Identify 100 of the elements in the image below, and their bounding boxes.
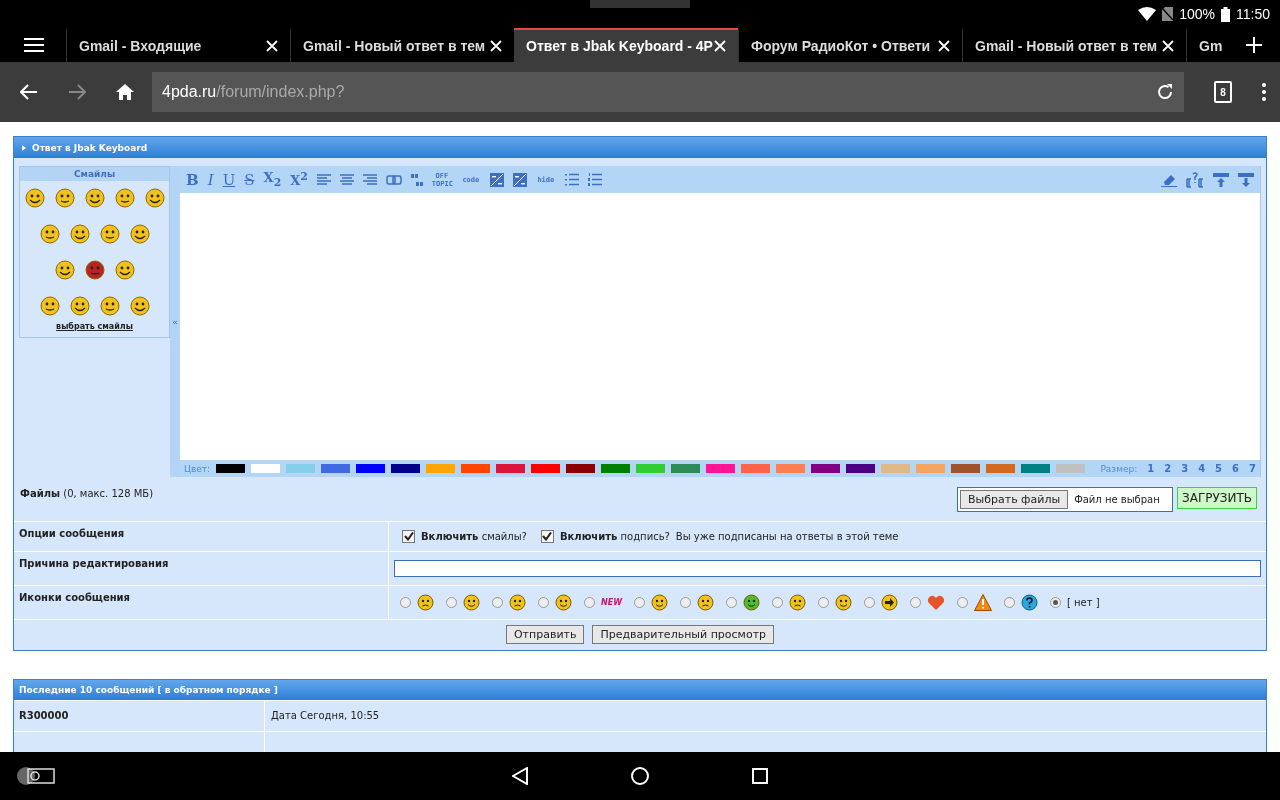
- align-icon[interactable]: [339, 173, 354, 186]
- color-swatch[interactable]: [1021, 464, 1051, 473]
- smiley-icon[interactable]: [84, 188, 105, 208]
- color-swatch[interactable]: [321, 464, 351, 473]
- radio-button[interactable]: [538, 597, 549, 608]
- color-swatch[interactable]: [951, 464, 981, 473]
- color-swatch[interactable]: [1056, 464, 1086, 473]
- color-swatch[interactable]: [671, 464, 701, 473]
- smiley-icon[interactable]: [114, 188, 135, 208]
- back-icon[interactable]: [20, 84, 38, 100]
- color-swatch[interactable]: [881, 464, 911, 473]
- color-swatch[interactable]: [286, 464, 316, 473]
- image-icon[interactable]: [489, 172, 504, 187]
- arrow-icon[interactable]: [1213, 172, 1229, 187]
- forward-icon[interactable]: [68, 84, 86, 100]
- close-icon[interactable]: [938, 40, 950, 52]
- color-swatch[interactable]: [356, 464, 386, 473]
- smiley-icon[interactable]: [69, 224, 90, 244]
- format-button[interactable]: B: [186, 170, 199, 189]
- radio-button[interactable]: [400, 597, 411, 608]
- more-icon[interactable]: [1262, 83, 1266, 101]
- close-icon[interactable]: [490, 40, 502, 52]
- smiley-icon[interactable]: [54, 260, 75, 280]
- smiley-icon[interactable]: [24, 188, 45, 208]
- reason-field[interactable]: [394, 560, 1261, 577]
- address-field[interactable]: 4pda.ru/forum/index.php?: [152, 72, 1184, 112]
- radio-button[interactable]: [910, 597, 921, 608]
- close-icon[interactable]: [714, 40, 726, 52]
- format-button[interactable]: U: [222, 170, 236, 189]
- size-link[interactable]: 3: [1181, 463, 1189, 474]
- reload-icon[interactable]: [1156, 83, 1174, 101]
- tab-count-button[interactable]: 8: [1214, 81, 1232, 103]
- radio-button[interactable]: [1004, 597, 1015, 608]
- menu-icon[interactable]: [24, 38, 44, 52]
- preview-button[interactable]: Предварительный просмотр: [592, 625, 775, 644]
- checkbox[interactable]: [402, 530, 415, 543]
- radio-button[interactable]: [1050, 597, 1061, 608]
- eraser-icon[interactable]: [1161, 172, 1177, 187]
- color-swatch[interactable]: [916, 464, 946, 473]
- list-icon[interactable]: [564, 173, 579, 186]
- radio-button[interactable]: [446, 597, 457, 608]
- color-swatch[interactable]: [741, 464, 771, 473]
- smiley-icon[interactable]: [54, 188, 75, 208]
- align-icon[interactable]: [316, 173, 331, 186]
- radio-button[interactable]: [957, 597, 968, 608]
- smiley-icon[interactable]: [69, 296, 90, 316]
- radio-button[interactable]: [584, 597, 595, 608]
- color-swatch[interactable]: [601, 464, 631, 473]
- recents-icon[interactable]: [752, 768, 768, 784]
- size-link[interactable]: 1: [1147, 463, 1155, 474]
- color-swatch[interactable]: [776, 464, 806, 473]
- color-swatch[interactable]: [706, 464, 736, 473]
- color-swatch[interactable]: [251, 464, 281, 473]
- format-button[interactable]: I: [207, 170, 214, 189]
- list-icon[interactable]: [587, 173, 602, 186]
- color-swatch[interactable]: [531, 464, 561, 473]
- checkbox[interactable]: [540, 530, 554, 543]
- color-swatch[interactable]: [566, 464, 596, 473]
- color-swatch[interactable]: [986, 464, 1016, 473]
- spoiler-icon[interactable]: [1186, 171, 1204, 188]
- screenshot-icon[interactable]: [16, 766, 56, 786]
- home-icon[interactable]: [116, 84, 134, 100]
- smiley-icon[interactable]: [39, 224, 60, 244]
- radio-button[interactable]: [680, 597, 691, 608]
- upload-button[interactable]: ЗАГРУЗИТЬ: [1177, 487, 1257, 509]
- radio-button[interactable]: [726, 597, 737, 608]
- link-icon[interactable]: [385, 174, 402, 185]
- image-icon[interactable]: [512, 172, 527, 187]
- radio-button[interactable]: [772, 597, 783, 608]
- smiley-icon[interactable]: [99, 224, 120, 244]
- smiley-icon[interactable]: [129, 296, 150, 316]
- smiley-icon[interactable]: [39, 296, 60, 316]
- radio-button[interactable]: [864, 597, 875, 608]
- color-swatch[interactable]: [216, 464, 246, 473]
- new-tab-icon[interactable]: [1246, 37, 1262, 53]
- color-swatch[interactable]: [636, 464, 666, 473]
- close-icon[interactable]: [266, 40, 278, 52]
- size-link[interactable]: 6: [1232, 463, 1240, 474]
- collapse-strip[interactable]: «: [170, 166, 180, 477]
- format-button[interactable]: X$_{2}$: [263, 170, 282, 189]
- color-swatch[interactable]: [461, 464, 491, 473]
- radio-button[interactable]: [634, 597, 645, 608]
- choose-smilies-link[interactable]: выбрать смайлы: [56, 322, 133, 331]
- back-icon[interactable]: [512, 767, 528, 785]
- arrow-icon[interactable]: [1238, 172, 1254, 187]
- smiley-icon[interactable]: [84, 260, 105, 280]
- quote-icon[interactable]: [410, 173, 423, 186]
- color-swatch[interactable]: [846, 464, 876, 473]
- close-icon[interactable]: [1162, 40, 1174, 52]
- size-link[interactable]: 4: [1198, 463, 1206, 474]
- size-link[interactable]: 7: [1249, 463, 1256, 474]
- color-swatch[interactable]: [496, 464, 526, 473]
- submit-button[interactable]: Отправить: [505, 625, 585, 644]
- color-swatch[interactable]: [426, 464, 456, 473]
- size-link[interactable]: 2: [1164, 463, 1172, 474]
- color-swatch[interactable]: [811, 464, 841, 473]
- smiley-icon[interactable]: [99, 296, 120, 316]
- choose-files-button[interactable]: Выбрать файлы: [960, 490, 1069, 509]
- smiley-icon[interactable]: [129, 224, 150, 244]
- file-input[interactable]: Выбрать файлы Файл не выбран: [957, 487, 1173, 512]
